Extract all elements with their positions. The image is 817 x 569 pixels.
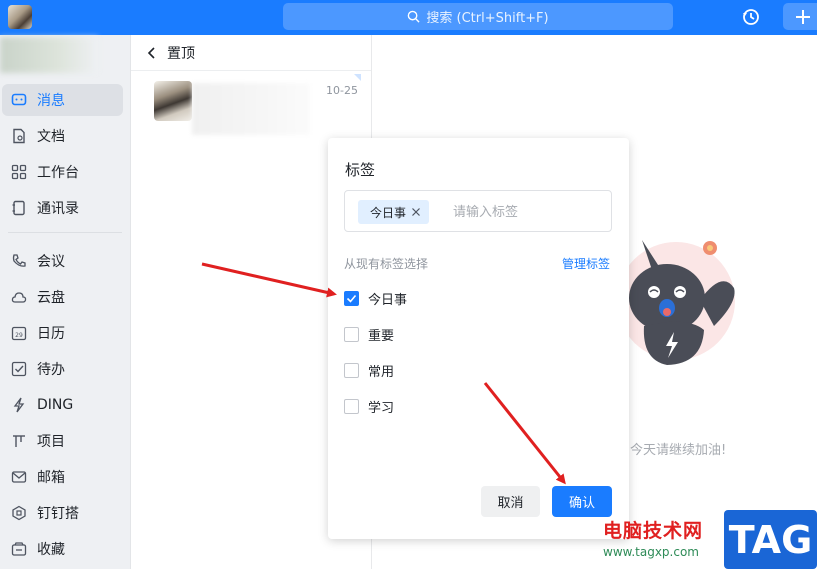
sidebar-item-builder[interactable]: 钉钉搭 bbox=[2, 497, 123, 529]
sidebar-item-ding[interactable]: DING bbox=[2, 389, 123, 421]
close-icon[interactable] bbox=[411, 207, 421, 217]
builder-icon bbox=[11, 505, 27, 521]
tag-option[interactable]: 学习 bbox=[344, 397, 395, 416]
sidebar-item-label: 通讯录 bbox=[37, 201, 79, 217]
sidebar-item-label: 云盘 bbox=[37, 290, 65, 306]
sidebar-item-label: 收藏 bbox=[37, 542, 65, 558]
project-icon bbox=[11, 433, 27, 449]
mail-icon bbox=[11, 469, 27, 485]
search-bar[interactable]: 搜索 (Ctrl+Shift+F) bbox=[283, 3, 673, 30]
conversation-item[interactable]: 10-25 bbox=[131, 72, 371, 138]
sidebar-item-contacts[interactable]: 通讯录 bbox=[2, 192, 123, 224]
meeting-icon bbox=[11, 253, 27, 269]
sidebar-item-messages[interactable]: 消息 bbox=[2, 84, 123, 116]
mascot-illustration bbox=[629, 240, 735, 365]
checkbox[interactable] bbox=[344, 362, 359, 378]
checkbox[interactable] bbox=[344, 398, 359, 414]
tag-option-label: 常用 bbox=[368, 364, 395, 380]
chevron-left-icon[interactable] bbox=[147, 46, 157, 60]
sidebar-item-label: 邮箱 bbox=[37, 470, 65, 486]
calendar-icon: 29 bbox=[11, 325, 27, 341]
chip-label: 今日事 bbox=[370, 205, 407, 220]
checkbox[interactable] bbox=[344, 326, 359, 342]
plus-icon bbox=[796, 9, 810, 24]
sidebar-item-label: 待办 bbox=[37, 362, 65, 378]
sidebar-item-workbench[interactable]: 工作台 bbox=[2, 156, 123, 188]
pinned-header[interactable]: 置顶 bbox=[131, 35, 371, 71]
manage-tags-link[interactable]: 管理标签 bbox=[562, 255, 610, 272]
sidebar-item-label: 文档 bbox=[37, 129, 65, 145]
ding-icon bbox=[11, 397, 27, 413]
search-icon bbox=[408, 10, 420, 23]
sidebar-item-label: 会议 bbox=[37, 254, 65, 270]
avatar bbox=[154, 81, 192, 121]
sidebar-item-label: 消息 bbox=[37, 93, 65, 109]
sidebar-item-label: 钉钉搭 bbox=[37, 506, 79, 522]
cancel-button[interactable]: 取消 bbox=[481, 486, 540, 517]
tag-option-label: 今日事 bbox=[368, 292, 408, 308]
sidebar-divider bbox=[8, 232, 122, 233]
tag-input-box[interactable]: 今日事 bbox=[344, 190, 612, 232]
todo-icon bbox=[11, 361, 27, 377]
pinned-corner-marker bbox=[354, 74, 361, 81]
search-placeholder: 搜索 (Ctrl+Shift+F) bbox=[426, 11, 549, 26]
favorites-icon bbox=[11, 541, 27, 557]
tag-option-label: 学习 bbox=[368, 400, 395, 416]
sidebar-item-todo[interactable]: 待办 bbox=[2, 353, 123, 385]
conversation-preview-blurred bbox=[192, 83, 310, 135]
tag-option-label: 重要 bbox=[368, 328, 395, 344]
sidebar-item-cloud[interactable]: 云盘 bbox=[2, 281, 123, 313]
tag-input[interactable] bbox=[453, 202, 603, 222]
sidebar-item-mail[interactable]: 邮箱 bbox=[2, 461, 123, 493]
checkbox-checked[interactable] bbox=[344, 290, 359, 306]
confirm-button[interactable]: 确认 bbox=[552, 486, 612, 517]
sidebar-item-label: 工作台 bbox=[37, 165, 79, 181]
dialog-title: 标签 bbox=[345, 161, 376, 179]
sidebar-item-favorites[interactable]: 收藏 bbox=[2, 533, 123, 565]
sidebar-item-calendar[interactable]: 29 日历 bbox=[2, 317, 123, 349]
pinned-title: 置顶 bbox=[167, 45, 195, 62]
history-icon[interactable] bbox=[741, 7, 761, 27]
contacts-icon bbox=[11, 200, 27, 216]
tag-option[interactable]: 重要 bbox=[344, 325, 395, 344]
sidebar-item-project[interactable]: 项目 bbox=[2, 425, 123, 457]
sidebar-item-label: 日历 bbox=[37, 326, 65, 342]
sidebar: 消息 文档 工作台 通讯录 会议 云盘 29 日历 待办 DING 项目 邮箱 bbox=[0, 35, 131, 569]
profile-area[interactable] bbox=[0, 37, 98, 73]
conversation-time: 10-25 bbox=[326, 84, 358, 97]
cloud-icon bbox=[11, 289, 27, 305]
watermark-logo: TAG bbox=[724, 510, 817, 569]
message-icon bbox=[11, 92, 27, 108]
sidebar-item-label: 项目 bbox=[37, 434, 65, 450]
top-bar: 搜索 (Ctrl+Shift+F) bbox=[0, 0, 817, 35]
sidebar-item-label: DING bbox=[37, 397, 74, 413]
sidebar-item-meeting[interactable]: 会议 bbox=[2, 245, 123, 277]
document-icon bbox=[11, 128, 27, 144]
watermark-site-name: 电脑技术网 bbox=[603, 520, 704, 542]
tag-option[interactable]: 常用 bbox=[344, 361, 395, 380]
app-avatar[interactable] bbox=[8, 5, 32, 29]
selected-tag-chip: 今日事 bbox=[358, 200, 430, 224]
sidebar-item-documents[interactable]: 文档 bbox=[2, 120, 123, 152]
tag-dialog: 标签 今日事 从现有标签选择 管理标签 今日事 重要 常用 学习 取消 确认 bbox=[328, 138, 629, 539]
encouragement-text: 今天请继续加油! bbox=[630, 443, 727, 458]
add-button[interactable] bbox=[783, 3, 817, 30]
tag-option[interactable]: 今日事 bbox=[344, 289, 408, 308]
watermark-url: www.tagxp.com bbox=[603, 545, 699, 559]
svg-text:29: 29 bbox=[15, 332, 23, 339]
existing-tags-subtitle: 从现有标签选择 bbox=[344, 257, 429, 271]
workbench-icon bbox=[11, 164, 27, 180]
